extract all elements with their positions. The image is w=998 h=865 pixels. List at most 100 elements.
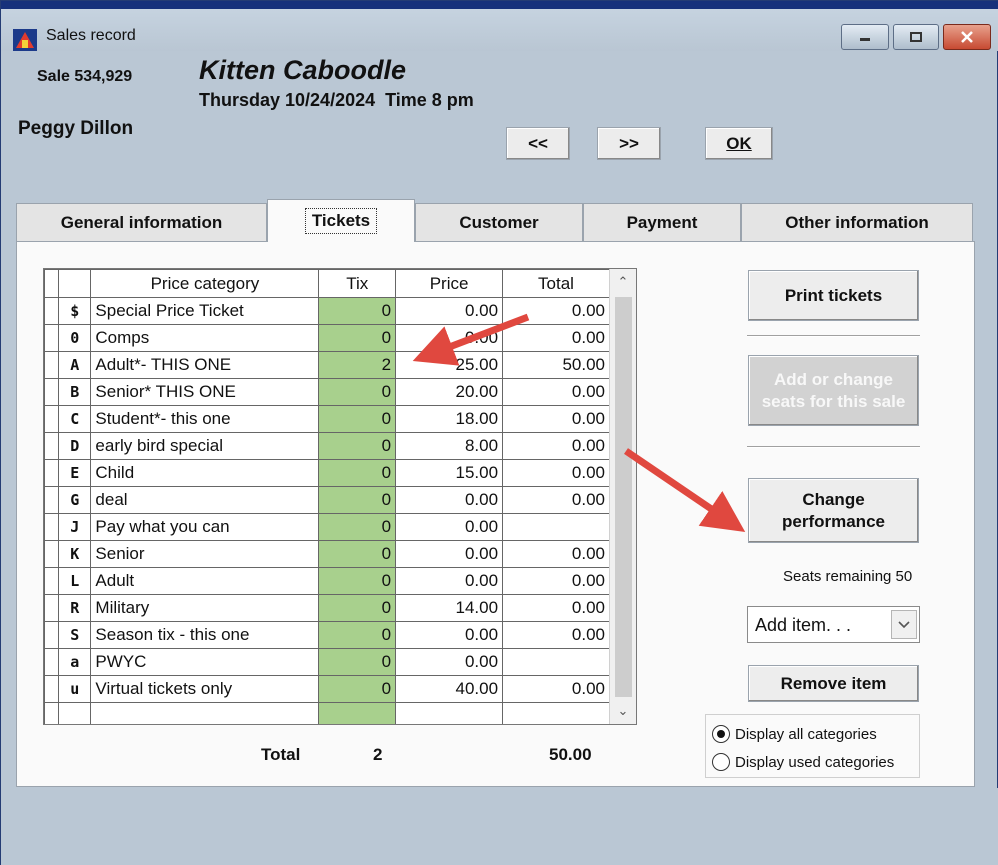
table-row[interactable]: E Child 0 15.00 0.00 [44,459,610,487]
total-cell: 0.00 [502,540,610,568]
scroll-up-icon[interactable]: ⌃ [610,269,636,295]
show-title: Kitten Caboodle [199,55,406,85]
category-code: B [58,378,92,406]
totals-label: Total [261,745,301,764]
category-name: Comps [90,324,320,352]
tab-customer[interactable]: Customer [415,203,583,241]
table-row[interactable]: a PWYC 0 0.00 [44,648,610,676]
tab-other-information[interactable]: Other information [741,203,973,241]
table-row[interactable]: $ Special Price Ticket 0 0.00 0.00 [44,297,610,325]
category-code: J [58,513,92,541]
table-row[interactable]: 0 Comps 0 0.00 0.00 [44,324,610,352]
table-row[interactable]: K Senior 0 0.00 0.00 [44,540,610,568]
add-item-dropdown[interactable]: Add item. . . [747,606,920,643]
category-code: L [58,567,92,595]
category-name: Pay what you can [90,513,320,541]
total-cell: 50.00 [502,351,610,379]
restore-icon [910,32,922,42]
tix-count-cell[interactable] [318,702,397,724]
tix-count-cell[interactable]: 0 [318,540,397,568]
chevron-down-icon[interactable] [891,610,917,639]
tix-count-cell[interactable]: 0 [318,324,397,352]
tab-general-information[interactable]: General information [16,203,267,241]
table-row[interactable]: Gdeal 0 0.00 0.00 [44,486,610,514]
change-performance-label-2: performance [782,511,885,531]
category-code: C [58,405,92,433]
add-change-seats-button[interactable]: Add or change seats for this sale [748,355,919,426]
tix-count-cell[interactable]: 0 [318,675,397,703]
vertical-scrollbar[interactable]: ⌃ ⌄ [609,269,636,724]
table-row[interactable]: Dearly bird special 0 8.00 0.00 [44,432,610,460]
category-name: Child [90,459,320,487]
tix-count-cell[interactable]: 2 [318,351,397,379]
tix-count-cell[interactable]: 0 [318,567,397,595]
add-item-value: Add item. . . [755,615,852,635]
total-cell: 0.00 [502,324,610,352]
category-name: Season tix - this one [90,621,320,649]
radio-display-used[interactable]: Display used categories [712,753,894,771]
row-selector [44,324,60,352]
category-name: Adult*- THIS ONE [90,351,320,379]
category-code: S [58,621,92,649]
table-row[interactable] [44,702,610,724]
tix-count-cell[interactable]: 0 [318,378,397,406]
tix-count-cell[interactable]: 0 [318,432,397,460]
remove-item-button[interactable]: Remove item [748,665,919,702]
add-change-seats-label-2: seats for this sale [761,391,906,411]
tab-payment[interactable]: Payment [583,203,741,241]
close-icon [961,31,973,43]
sales-record-window: Sales record Sale 534,929 Kitten Caboodl… [0,0,998,865]
show-datetime: Thursday 10/24/2024 Time 8 pm [199,90,474,110]
window-title: Sales record [46,27,136,44]
row-selector [44,486,60,514]
table-row[interactable]: B Senior* THIS ONE 0 20.00 0.00 [44,378,610,406]
change-performance-button[interactable]: Change performance [748,478,919,543]
close-button[interactable] [943,24,991,50]
total-cell: 0.00 [502,432,610,460]
tix-count-cell[interactable]: 0 [318,486,397,514]
radio-selected-icon[interactable] [712,725,730,743]
table-row[interactable]: S Season tix - this one 0 0.00 0.00 [44,621,610,649]
category-code: G [58,486,92,514]
scroll-down-icon[interactable]: ⌄ [610,698,636,724]
divider [747,446,920,448]
table-row[interactable]: C Student*- this one 0 18.00 0.00 [44,405,610,433]
total-cell: 0.00 [502,594,610,622]
minimize-button[interactable] [841,24,889,50]
tix-count-cell[interactable]: 0 [318,513,397,541]
row-selector [44,648,60,676]
totals-tix: 2 [373,745,383,764]
category-code: K [58,540,92,568]
tab-tickets[interactable]: Tickets [267,199,415,242]
ticket-grid[interactable]: Price category Tix Price Total $ Special … [43,268,637,725]
row-selector [44,432,60,460]
category-code: D [58,432,92,460]
table-row[interactable]: L Adult 0 0.00 0.00 [44,567,610,595]
table-row[interactable]: J Pay what you can 0 0.00 [44,513,610,541]
previous-sale-button[interactable]: << [506,127,570,160]
table-row[interactable]: u Virtual tickets only 0 40.00 0.00 [44,675,610,703]
category-code: R [58,594,92,622]
row-selector [44,378,60,406]
ok-button[interactable]: OK [705,127,773,160]
table-row[interactable]: R Military 0 14.00 0.00 [44,594,610,622]
radio-unselected-icon[interactable] [712,753,730,771]
category-name: early bird special [90,432,320,460]
tix-count-cell[interactable]: 0 [318,648,397,676]
table-row[interactable]: A Adult*- THIS ONE 2 25.00 50.00 [44,351,610,379]
tix-count-cell[interactable]: 0 [318,621,397,649]
maximize-button[interactable] [893,24,939,50]
tix-count-cell[interactable]: 0 [318,594,397,622]
scroll-thumb[interactable] [615,297,632,697]
next-sale-button[interactable]: >> [597,127,661,160]
tix-count-cell[interactable]: 0 [318,405,397,433]
radio-display-used-label: Display used categories [735,753,895,771]
category-name: PWYC [90,648,320,676]
print-tickets-button[interactable]: Print tickets [748,270,919,321]
price-cell: 0.00 [395,621,504,649]
tix-count-cell[interactable]: 0 [318,297,397,325]
radio-display-all[interactable]: Display all categories [712,725,877,743]
tab-label: Payment [626,212,698,232]
row-selector [44,594,60,622]
tix-count-cell[interactable]: 0 [318,459,397,487]
